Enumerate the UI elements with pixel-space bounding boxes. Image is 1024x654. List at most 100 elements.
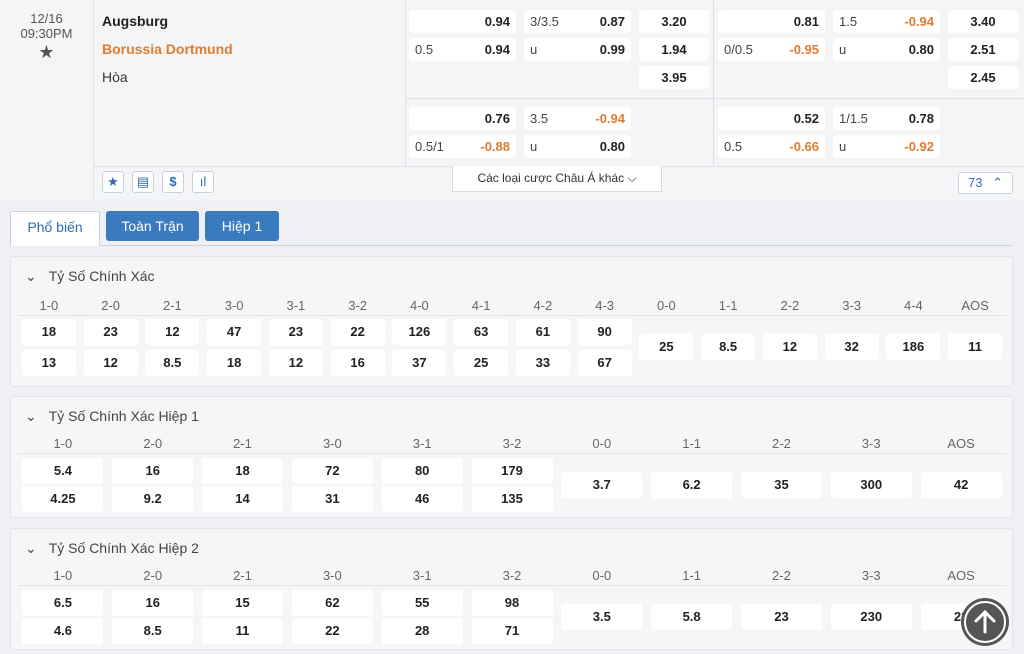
score-odds-button[interactable]: 300 bbox=[830, 472, 912, 498]
score-odds-button[interactable]: 186 bbox=[886, 334, 941, 360]
section-header[interactable]: ⌄ Tỷ Số Chính Xác bbox=[25, 268, 155, 285]
score-odds-button[interactable]: 6.5 bbox=[22, 590, 104, 616]
score-odds-button[interactable]: 3.7 bbox=[561, 472, 643, 498]
dollar-icon[interactable]: $ bbox=[162, 171, 184, 193]
score-odds-button[interactable]: 16 bbox=[112, 458, 194, 484]
ou-odds-cell[interactable]: u 0.99 bbox=[524, 38, 631, 61]
score-odds-button[interactable]: 90 bbox=[577, 319, 632, 345]
score-odds-button[interactable]: 23 bbox=[268, 319, 323, 345]
ou-odds-cell[interactable]: u -0.92 bbox=[833, 135, 940, 158]
score-odds-button[interactable]: 23 bbox=[83, 319, 138, 345]
1x2-odds-cell[interactable]: 3.40 bbox=[948, 10, 1018, 33]
score-odds-button[interactable]: 61 bbox=[515, 319, 570, 345]
chevron-down-icon: ⌵ bbox=[627, 171, 637, 185]
score-odds-button[interactable]: 18 bbox=[207, 350, 262, 376]
ou-odds-cell[interactable]: u 0.80 bbox=[833, 38, 940, 61]
hdp-odds-cell[interactable]: 0.5/1 -0.88 bbox=[409, 135, 516, 158]
ou-odds-cell[interactable]: u 0.80 bbox=[524, 135, 631, 158]
home-team[interactable]: Augsburg bbox=[102, 13, 168, 29]
score-odds-button[interactable]: 32 bbox=[824, 334, 879, 360]
score-odds-button[interactable]: 18 bbox=[21, 319, 76, 345]
odds-price: 0.76 bbox=[484, 111, 510, 126]
tab-popular[interactable]: Phổ biến bbox=[10, 211, 100, 246]
score-odds-button[interactable]: 42 bbox=[920, 472, 1002, 498]
match-time: 09:30PM bbox=[20, 26, 73, 41]
score-odds-button[interactable]: 71 bbox=[471, 618, 553, 644]
score-odds-button[interactable]: 98 bbox=[471, 590, 553, 616]
favorite-star-icon-button[interactable]: ★ bbox=[102, 171, 124, 193]
hdp-odds-cell[interactable]: 0.81 bbox=[718, 10, 825, 33]
hdp-odds-cell[interactable]: 0.5 -0.66 bbox=[718, 135, 825, 158]
ticket-icon[interactable]: ▤ bbox=[132, 171, 154, 193]
score-odds-button[interactable]: 135 bbox=[471, 486, 553, 512]
score-odds-button[interactable]: 11 bbox=[948, 334, 1003, 360]
1x2-odds-cell[interactable]: 2.51 bbox=[948, 38, 1018, 61]
section-header[interactable]: ⌄ Tỷ Số Chính Xác Hiệp 2 bbox=[25, 540, 199, 557]
stats-chart-icon[interactable]: ıl bbox=[192, 171, 214, 193]
score-odds-button[interactable]: 15 bbox=[202, 590, 284, 616]
score-odds-button[interactable]: 11 bbox=[202, 618, 284, 644]
score-odds-button[interactable]: 179 bbox=[471, 458, 553, 484]
tab-full-match[interactable]: Toàn Trận bbox=[106, 211, 199, 241]
score-odds-button[interactable]: 72 bbox=[291, 458, 373, 484]
section-header[interactable]: ⌄ Tỷ Số Chính Xác Hiệp 1 bbox=[25, 408, 199, 425]
favorite-star-icon[interactable]: ★ bbox=[0, 42, 93, 63]
more-markets-count[interactable]: 73 ⌃ bbox=[958, 172, 1013, 194]
score-odds-button[interactable]: 25 bbox=[639, 334, 694, 360]
score-odds-button[interactable]: 63 bbox=[454, 319, 509, 345]
hdp-odds-cell[interactable]: 0/0.5 -0.95 bbox=[718, 38, 825, 61]
score-odds-button[interactable]: 46 bbox=[381, 486, 463, 512]
score-odds-button[interactable]: 25 bbox=[454, 350, 509, 376]
ou-odds-cell[interactable]: 1.5 -0.94 bbox=[833, 10, 940, 33]
score-odds-button[interactable]: 8.5 bbox=[145, 350, 200, 376]
score-odds-button[interactable]: 35 bbox=[740, 472, 822, 498]
score-odds-button[interactable]: 12 bbox=[145, 319, 200, 345]
ou-odds-cell[interactable]: 3/3.5 0.87 bbox=[524, 10, 631, 33]
score-odds-button[interactable]: 6.2 bbox=[651, 472, 733, 498]
ou-odds-cell[interactable]: 1/1.5 0.78 bbox=[833, 107, 940, 130]
score-odds-button[interactable]: 22 bbox=[330, 319, 385, 345]
hdp-odds-cell[interactable]: 0.5 0.94 bbox=[409, 38, 516, 61]
score-odds-button[interactable]: 28 bbox=[381, 618, 463, 644]
score-odds-button[interactable]: 4.25 bbox=[22, 486, 104, 512]
1x2-odds-cell[interactable]: 1.94 bbox=[639, 38, 709, 61]
score-odds-button[interactable]: 16 bbox=[330, 350, 385, 376]
score-odds-button[interactable]: 16 bbox=[112, 590, 194, 616]
1x2-odds-cell[interactable]: 3.20 bbox=[639, 10, 709, 33]
score-odds-button[interactable]: 31 bbox=[291, 486, 373, 512]
score-odds-button[interactable]: 3.5 bbox=[561, 604, 643, 630]
score-odds-button[interactable]: 5.8 bbox=[651, 604, 733, 630]
score-odds-button[interactable]: 62 bbox=[291, 590, 373, 616]
score-odds-button[interactable]: 13 bbox=[21, 350, 76, 376]
score-odds-button[interactable]: 12 bbox=[83, 350, 138, 376]
score-odds-button[interactable]: 12 bbox=[762, 334, 817, 360]
score-odds-button[interactable]: 9.2 bbox=[112, 486, 194, 512]
scroll-to-top-button[interactable] bbox=[961, 598, 1009, 646]
tab-first-half[interactable]: Hiệp 1 bbox=[205, 211, 279, 241]
score-odds-button[interactable]: 230 bbox=[830, 604, 912, 630]
hdp-odds-cell[interactable]: 0.94 bbox=[409, 10, 516, 33]
score-odds-button[interactable]: 33 bbox=[515, 350, 570, 376]
score-odds-button[interactable]: 8.5 bbox=[701, 334, 756, 360]
score-odds-button[interactable]: 18 bbox=[202, 458, 284, 484]
score-odds-button[interactable]: 126 bbox=[392, 319, 447, 345]
score-odds-button[interactable]: 55 bbox=[381, 590, 463, 616]
score-odds-button[interactable]: 22 bbox=[291, 618, 373, 644]
away-team[interactable]: Borussia Dortmund bbox=[102, 41, 233, 57]
1x2-odds-cell[interactable]: 2.45 bbox=[948, 66, 1018, 89]
score-odds-button[interactable]: 80 bbox=[381, 458, 463, 484]
score-odds-button[interactable]: 23 bbox=[740, 604, 822, 630]
1x2-odds-cell[interactable]: 3.95 bbox=[639, 66, 709, 89]
score-odds-button[interactable]: 5.4 bbox=[22, 458, 104, 484]
score-odds-button[interactable]: 47 bbox=[207, 319, 262, 345]
score-odds-button[interactable]: 12 bbox=[268, 350, 323, 376]
hdp-odds-cell[interactable]: 0.52 bbox=[718, 107, 825, 130]
hdp-odds-cell[interactable]: 0.76 bbox=[409, 107, 516, 130]
score-odds-button[interactable]: 37 bbox=[392, 350, 447, 376]
score-odds-button[interactable]: 4.6 bbox=[22, 618, 104, 644]
score-odds-button[interactable]: 14 bbox=[202, 486, 284, 512]
ou-odds-cell[interactable]: 3.5 -0.94 bbox=[524, 107, 631, 130]
score-odds-button[interactable]: 67 bbox=[577, 350, 632, 376]
score-odds-button[interactable]: 8.5 bbox=[112, 618, 194, 644]
more-asian-bets-dropdown[interactable]: Các loại cược Châu Á khác ⌵ bbox=[452, 166, 662, 192]
